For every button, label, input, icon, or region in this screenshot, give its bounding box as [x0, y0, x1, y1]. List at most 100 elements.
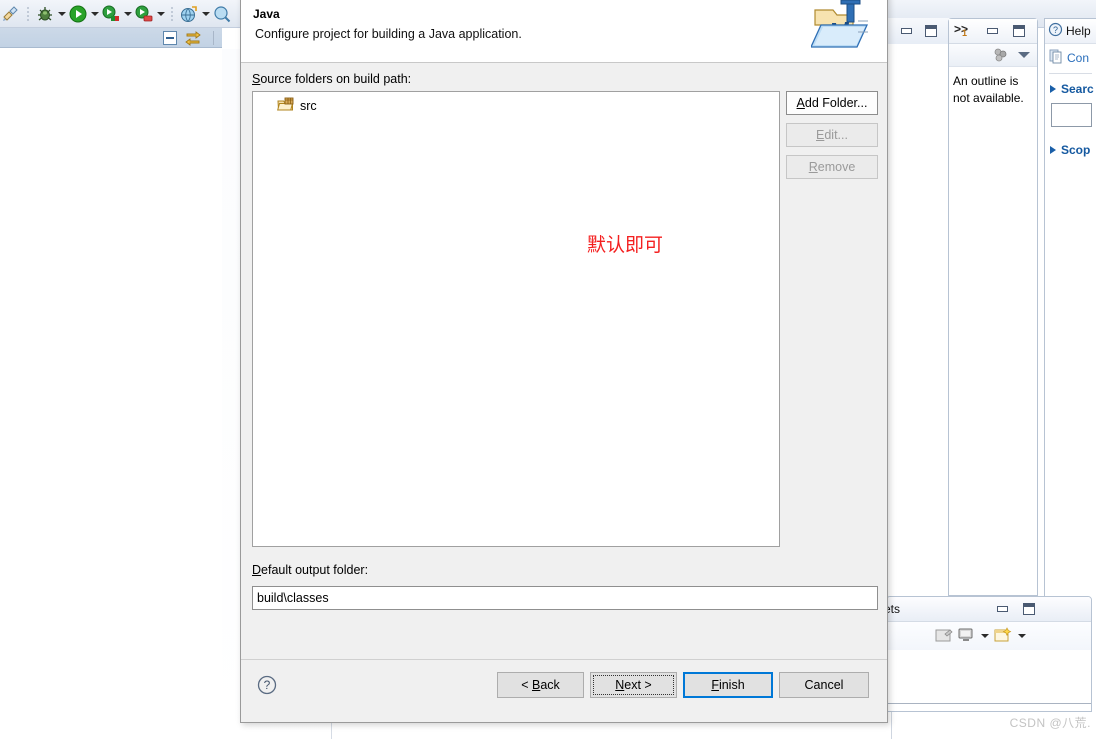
background-view-body [886, 44, 948, 596]
source-folders-list[interactable]: src 默认即可 [252, 91, 780, 547]
display-icon[interactable] [957, 627, 975, 646]
help-tab[interactable]: ? Help [1045, 19, 1096, 44]
search-icon[interactable] [212, 4, 232, 24]
remove-button[interactable]: Remove [786, 155, 878, 179]
annotation-text: 默认即可 [587, 234, 664, 256]
edit-button[interactable]: Edit... [786, 123, 878, 147]
svg-text:?: ? [1053, 25, 1058, 35]
outline-view: >> 1 An outline is not available. [948, 18, 1038, 596]
help-contents-row[interactable]: Con [1045, 44, 1096, 71]
debug-icon[interactable] [35, 4, 55, 24]
package-explorer-area [0, 49, 222, 739]
dialog-subtitle: Configure project for building a Java ap… [255, 27, 522, 41]
external-tools-icon[interactable] [1, 4, 21, 24]
toolbar-divider [213, 31, 214, 45]
output-label-mnemonic: D [252, 563, 262, 577]
outline-view-toolbar [949, 44, 1037, 67]
snippets-view: ets [886, 596, 1092, 712]
coverage-dropdown-arrow[interactable] [122, 4, 133, 24]
scope-section-label: Scop [1061, 143, 1091, 157]
output-folder-field[interactable] [252, 586, 878, 610]
customize-palette-icon[interactable] [935, 627, 953, 646]
dialog-footer: ? < Back Next > Finish Cancel [241, 659, 887, 722]
outline-message: An outline is not available. [953, 74, 1024, 105]
help-scope-section[interactable]: Scop [1045, 127, 1096, 161]
back-prefix: < [521, 678, 532, 692]
view-toolbar [0, 28, 222, 48]
add-folder-button[interactable]: Add Folder... [786, 91, 878, 115]
minimize-view-button[interactable] [899, 23, 915, 39]
outline-minimize-button[interactable] [985, 23, 1001, 39]
java-wizard-dialog: Java Configure project for building a Ja… [240, 0, 888, 723]
snippets-separator [887, 703, 1091, 704]
screen: >> 1 An outline is not available. ? Help… [0, 0, 1096, 739]
snippets-tabbar: ets [887, 597, 1091, 622]
list-item[interactable]: src [253, 96, 779, 116]
cancel-button[interactable]: Cancel [779, 672, 869, 698]
new-snippet-dropdown-arrow[interactable] [1016, 626, 1027, 646]
contents-page-icon [1049, 49, 1063, 67]
svg-text:?: ? [264, 678, 271, 692]
view-menu-icon[interactable] [1018, 52, 1030, 58]
contents-link[interactable]: Con [1067, 51, 1089, 65]
display-dropdown-arrow[interactable] [979, 626, 990, 646]
background-view-tabbar [886, 18, 949, 44]
toolbar-separator-2 [171, 6, 173, 22]
java-project-folder-icon [809, 0, 873, 56]
remove-label: emove [817, 160, 856, 174]
add-folder-mnemonic: A [796, 96, 805, 110]
outline-maximize-button[interactable] [1011, 23, 1027, 39]
minimize-icon [997, 606, 1008, 612]
sort-filter-icon[interactable] [993, 48, 1009, 62]
toolbar-separator [27, 6, 29, 22]
finish-mnemonic: F [711, 678, 719, 692]
help-search-section[interactable]: Searc [1045, 74, 1096, 100]
new-snippet-icon[interactable] [994, 626, 1012, 646]
expand-triangle-icon [1050, 146, 1056, 154]
help-icon: ? [1048, 22, 1063, 40]
snippets-maximize-button[interactable] [1021, 601, 1037, 617]
search-section-label: Searc [1061, 82, 1094, 96]
list-item-label: src [300, 99, 317, 113]
output-label-rest: efault output folder: [261, 563, 369, 577]
help-view: ? Help Con Searc Scop [1044, 18, 1096, 596]
debug-dropdown-arrow[interactable] [56, 4, 67, 24]
profile-icon[interactable] [134, 4, 154, 24]
help-button[interactable]: ? [257, 675, 277, 695]
help-search-input[interactable] [1051, 103, 1092, 127]
expand-triangle-icon [1050, 85, 1056, 93]
remove-mnemonic: R [808, 160, 818, 174]
link-with-editor-icon[interactable] [184, 30, 202, 49]
next-mnemonic: N [615, 678, 625, 692]
output-folder-label: Default output folder: [252, 563, 368, 577]
outline-tabbar: >> 1 [949, 19, 1037, 44]
overflow-count-label: 1 [962, 28, 968, 38]
dialog-title: Java [253, 7, 280, 21]
maximize-icon [1023, 603, 1035, 615]
help-tab-label: Help [1066, 24, 1091, 38]
collapse-all-icon[interactable] [162, 30, 178, 49]
next-button[interactable]: Next > [590, 672, 677, 698]
profile-dropdown-arrow[interactable] [155, 4, 166, 24]
source-folders-label: Source folders on build path: [252, 72, 411, 86]
coverage-icon[interactable] [101, 4, 121, 24]
snippets-body [887, 650, 1091, 710]
maximize-icon [1013, 25, 1025, 37]
back-button[interactable]: < Back [497, 672, 584, 698]
source-folder-icon [277, 97, 294, 115]
browser-dropdown-arrow[interactable] [200, 4, 211, 24]
finish-label: inish [718, 678, 745, 692]
maximize-view-button[interactable] [923, 23, 939, 39]
back-label: ack [540, 678, 560, 692]
run-icon[interactable] [68, 4, 88, 24]
finish-button[interactable]: Finish [683, 672, 773, 698]
open-web-browser-icon[interactable] [179, 4, 199, 24]
snippets-tab-label[interactable]: ets [887, 602, 900, 616]
edit-label: dit... [824, 128, 848, 142]
snippets-minimize-button[interactable] [995, 601, 1011, 617]
output-folder-input[interactable] [253, 587, 877, 609]
snippets-toolbar [887, 622, 1091, 650]
dialog-body: Source folders on build path: src 默认即可 A… [241, 63, 887, 659]
run-dropdown-arrow[interactable] [89, 4, 100, 24]
source-label-rest: ource folders on build path: [260, 72, 412, 86]
